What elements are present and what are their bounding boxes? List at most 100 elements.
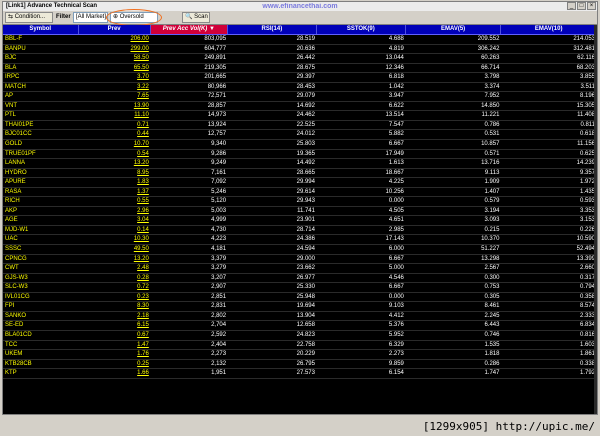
prev-price-link[interactable]: 10.30: [79, 235, 151, 244]
table-row[interactable]: TCC 1.47 2,404 22.758 6.329 1.535 1.603: [3, 341, 597, 351]
value-cell: 2,907: [211, 284, 227, 291]
column-header-rsi[interactable]: RSI(14): [228, 25, 317, 34]
table-row[interactable]: SSSC 49.50 4,181 24.594 6.000 51.227 52.494: [3, 245, 597, 255]
table-row[interactable]: PTL 11.10 14,973 24.462 13.514 11.221 11.408: [3, 111, 597, 121]
table-row[interactable]: THAI01PE 0.71 13,924 22.525 7.547 0.786 0.811: [3, 121, 597, 131]
table-row[interactable]: UAC 10.30 4,223 24.386 17.143 10.370 10.590: [3, 235, 597, 246]
minimize-icon[interactable]: _: [567, 2, 576, 10]
table-row[interactable]: AGE 3.04 4,999 23.901 4.651 3.093 3.153: [3, 216, 597, 226]
value-cell: 1.972: [580, 179, 596, 186]
table-row[interactable]: SLC-W3 0.72 2,907 25.330 6.667 0.753 0.794: [3, 283, 597, 293]
vertical-scrollbar[interactable]: [594, 25, 597, 414]
table-row[interactable]: BJC01CC 0.44 12,757 24.012 5.882 0.531 0.618: [3, 130, 597, 141]
table-row[interactable]: VNT 13.90 28,857 14.692 6.622 14.850 15.305: [3, 102, 597, 112]
symbol-cell: BBL-F: [5, 36, 23, 42]
table-row[interactable]: BJC 58.50 249,891 26.442 13.044 60.263 62.116: [3, 54, 597, 64]
preset-select[interactable]: ⊕ Oversold: [110, 12, 158, 23]
table-row[interactable]: BANPU 299.00 604,777 20.636 4.819 306.242 312.…: [3, 45, 597, 55]
prev-price-link[interactable]: 0.25: [79, 360, 151, 369]
prev-price-link[interactable]: 299.00: [79, 45, 151, 54]
scan-button[interactable]: 🔍 Scan: [182, 12, 210, 23]
close-icon[interactable]: ×: [587, 2, 596, 10]
prev-price-link[interactable]: 1.66: [79, 369, 151, 378]
prev-price-link[interactable]: 0.44: [79, 130, 151, 139]
prev-price-link[interactable]: 65.50: [79, 64, 151, 73]
table-row[interactable]: BLA01CD 0.67 2,592 24.823 5.952 0.746 0.816: [3, 331, 597, 341]
column-header-prev-acc-vol[interactable]: Prev Acc Vol(K) ▼: [150, 25, 228, 34]
column-header-emav10[interactable]: EMAV(10): [501, 25, 597, 34]
prev-price-link[interactable]: 3.70: [79, 73, 151, 82]
value-cell: 3,379: [211, 255, 227, 262]
value-cell: 11.156: [577, 141, 596, 148]
prev-price-link[interactable]: 0.14: [79, 226, 151, 235]
table-row[interactable]: GOLD 10.70 9,340 25.803 6.667 10.857 11.156: [3, 140, 597, 150]
table-row[interactable]: SE-ED 6.15 2,704 12.658 5.376 6.443 6.834: [3, 321, 597, 331]
table-row[interactable]: RICH 0.55 5,120 29.943 0.000 0.579 0.593: [3, 197, 597, 207]
prev-price-link[interactable]: 2.48: [79, 264, 151, 273]
value-cell: 25.330: [296, 284, 315, 291]
prev-price-link[interactable]: 2.96: [79, 207, 151, 216]
table-row[interactable]: CWT 2.48 3,279 23.662 5.000 2.567 2.660: [3, 264, 597, 274]
prev-price-link[interactable]: 2.18: [79, 312, 151, 321]
column-header-emav5[interactable]: EMAV(5): [406, 25, 502, 34]
table-row[interactable]: BLA 65.50 219,305 28.675 12.346 66.714 68.203: [3, 64, 597, 74]
value-cell: 6.667: [388, 255, 404, 262]
column-header-symbol[interactable]: Symbol: [3, 25, 79, 34]
condition-button[interactable]: ⇆ Condition...: [5, 12, 53, 23]
table-row[interactable]: KTB28CB 0.25 2,132 26.795 9.859 0.286 0.338: [3, 360, 597, 370]
prev-price-link[interactable]: 13.90: [79, 102, 151, 111]
prev-price-link[interactable]: 1.37: [79, 188, 151, 197]
symbol-cell: KTB28CB: [5, 360, 32, 367]
table-row[interactable]: RASA 1.37 5,246 29.614 10.256 1.407 1.435: [3, 188, 597, 198]
table-row[interactable]: MATCH 3.22 80,966 28.453 1.042 3.374 3.511: [3, 83, 597, 93]
value-cell: 3,279: [211, 265, 227, 272]
table-row[interactable]: LANNA 13.20 9,249 14.492 1.613 13.716 14.239: [3, 159, 597, 169]
prev-price-link[interactable]: 10.70: [79, 140, 151, 149]
prev-price-link[interactable]: 0.23: [79, 293, 151, 302]
table-row[interactable]: FPI 8.30 2,831 19.694 9.103 8.461 8.574: [3, 302, 597, 312]
prev-price-link[interactable]: 58.50: [79, 54, 151, 63]
prev-price-link[interactable]: 206.00: [79, 35, 151, 44]
symbol-cell: LANNA: [5, 160, 26, 167]
column-header-prev[interactable]: Prev: [79, 25, 151, 34]
column-header-sstok[interactable]: SSTOK(9): [317, 25, 406, 34]
table-row[interactable]: AKP 2.96 5,003 11.741 4.505 3.194 3.353: [3, 207, 597, 217]
prev-price-link[interactable]: 0.71: [79, 121, 151, 130]
prev-price-link[interactable]: 49.50: [79, 245, 151, 254]
value-cell: 13.298: [481, 255, 500, 262]
prev-price-link[interactable]: 0.28: [79, 274, 151, 283]
prev-price-link[interactable]: 3.22: [79, 83, 151, 92]
table-row[interactable]: AP 7.65 72,571 29.079 3.947 7.952 8.196: [3, 92, 597, 102]
table-row[interactable]: CPNCG 13.20 3,379 29.000 6.667 13.298 13.399: [3, 255, 597, 265]
prev-price-link[interactable]: 0.67: [79, 331, 151, 340]
prev-price-link[interactable]: 8.30: [79, 302, 151, 311]
table-row[interactable]: HYDRO 8.95 7,161 28.665 18.667 9.113 9.357: [3, 169, 597, 179]
prev-price-link[interactable]: 11.10: [79, 111, 151, 120]
table-row[interactable]: UKEM 1.76 2,273 20.229 2.273 1.818 1.861: [3, 350, 597, 360]
market-filter-select[interactable]: [All Market]: [73, 12, 108, 23]
prev-price-link[interactable]: 3.04: [79, 216, 151, 225]
prev-price-link[interactable]: 1.76: [79, 350, 151, 359]
prev-price-link[interactable]: 0.55: [79, 197, 151, 206]
prev-price-link[interactable]: 13.20: [79, 255, 151, 264]
prev-price-link[interactable]: 7.65: [79, 92, 151, 101]
table-row[interactable]: IVL01CG 0.23 2,851 25.948 0.000 0.305 0.358: [3, 293, 597, 303]
prev-price-link[interactable]: 13.20: [79, 159, 151, 168]
maximize-icon[interactable]: □: [577, 2, 586, 10]
table-row[interactable]: SANKO 2.18 2,802 13.904 4.412 2.245 2.333: [3, 312, 597, 322]
table-row[interactable]: IRPC 3.70 201,665 29.397 6.818 3.798 3.855: [3, 73, 597, 83]
symbol-cell: BJC: [5, 55, 17, 62]
table-row[interactable]: KTP 1.66 1,951 27.573 6.154 1.747 1.792: [3, 369, 597, 379]
prev-price-link[interactable]: 0.54: [79, 150, 151, 159]
condition-icon: ⇆: [8, 14, 14, 20]
table-row[interactable]: BBL-F 206.00 803,095 28.519 4.688 209.552 214.…: [3, 35, 597, 45]
prev-price-link[interactable]: 1.47: [79, 341, 151, 350]
table-row[interactable]: GJS-W3 0.28 3,207 26.977 4.546 0.300 0.317: [3, 274, 597, 284]
prev-price-link[interactable]: 8.95: [79, 169, 151, 178]
table-row[interactable]: APURE 1.83 7,092 29.994 4.225 1.909 1.972: [3, 178, 597, 188]
table-row[interactable]: MJD-W1 0.14 4,730 28.714 2.985 0.215 0.226: [3, 226, 597, 236]
prev-price-link[interactable]: 0.72: [79, 283, 151, 292]
prev-price-link[interactable]: 1.83: [79, 178, 151, 187]
table-row[interactable]: TRUE01PF 0.54 9,286 19.365 17.949 0.571 0.625: [3, 150, 597, 160]
prev-price-link[interactable]: 6.15: [79, 321, 151, 330]
